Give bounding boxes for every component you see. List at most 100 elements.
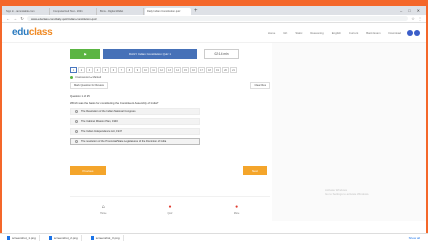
download-name: screenshot_1.png [12, 235, 36, 240]
question-number-list: 1 2 3 4 5 6 7 8 9 10 11 12 13 14 15 16 17 18 19 20 21 [70, 67, 270, 73]
bottom-nav-quiz[interactable]: ● Quiz [166, 204, 173, 215]
question-number-button[interactable]: 13 [166, 67, 173, 73]
browser-tab-active[interactable]: Daily Indian Constitution quiz [145, 8, 191, 15]
question-number-button[interactable]: 20 [222, 67, 229, 73]
answer-option[interactable]: The Cabinet Mission Plan, 1946 [70, 118, 200, 125]
option-label: The Indian Independence Act, 1947 [81, 130, 122, 133]
question-number-button[interactable]: 9 [134, 67, 141, 73]
clear-response-button[interactable]: Clear Res [250, 82, 270, 89]
status-legend: Unanswered ● Marked [70, 76, 270, 79]
star-icon[interactable]: ☆ [411, 16, 415, 21]
file-icon [48, 235, 52, 240]
download-name: screenshot_2.png [53, 235, 78, 240]
site-menu: Home GK Static Reasoning English Current… [268, 31, 401, 35]
address-bar: ← → ↻ www.educlass.com/daily-quiz/indian… [2, 15, 426, 23]
quiz-panel: ⚑ DAILY Indian Constitution Quiz 1 02:14… [70, 49, 270, 145]
question-number-button[interactable]: 5 [102, 67, 109, 73]
menu-item[interactable]: Home [268, 31, 275, 35]
next-button[interactable]: Next [243, 166, 267, 175]
question-number-button[interactable]: 17 [198, 67, 205, 73]
option-label: The Resolution of the Indian National Co… [81, 110, 136, 113]
maximize-icon[interactable]: □ [408, 8, 410, 13]
page-content: ⚑ DAILY Indian Constitution Quiz 1 02:14… [2, 43, 426, 221]
back-icon[interactable]: ← [6, 16, 10, 21]
question-number-button[interactable]: 18 [206, 67, 213, 73]
question-number-button[interactable]: 19 [214, 67, 221, 73]
question-heading: Question 1 of 25 [70, 95, 90, 98]
radio-icon[interactable] [75, 130, 78, 133]
tab-bar: Sign in - iamnotable.com Computerized Te… [2, 6, 426, 15]
file-icon [7, 235, 10, 240]
activation-watermark: Activate Windows Go to Settings to activ… [325, 188, 369, 196]
browser-tab[interactable]: Bmw - Digital Wallet [98, 8, 144, 15]
bottom-nav-more[interactable]: ● More [233, 204, 240, 215]
browser-tab[interactable]: Computerized Test - 2021 [51, 8, 97, 15]
download-bar: screenshot_1.png screenshot_2.png screen… [0, 233, 428, 241]
question-number-button[interactable]: 11 [150, 67, 157, 73]
forward-icon[interactable]: → [13, 16, 17, 21]
quiz-label: Quiz [167, 211, 173, 215]
radio-icon[interactable] [75, 140, 78, 143]
answer-option[interactable]: The Indian Independence Act, 1947 [70, 128, 200, 135]
question-number-button[interactable]: 12 [158, 67, 165, 73]
close-icon[interactable]: ✕ [417, 8, 420, 13]
site-header: educlass Home GK Static Reasoning Englis… [2, 23, 426, 43]
minimize-icon[interactable]: – [400, 8, 402, 13]
watermark-line2: Go to Settings to activate Windows. [325, 192, 370, 196]
bottom-nav: ⌂ Home ● Quiz ● More [70, 196, 270, 221]
browser-window: Sign in - iamnotable.com Computerized Te… [2, 6, 426, 239]
answer-option[interactable]: The resolution of the Provincial/State L… [70, 138, 200, 145]
url-input[interactable]: www.educlass.com/daily-quiz/indian-const… [27, 16, 408, 21]
show-all-downloads-link[interactable]: Show all [409, 236, 420, 240]
home-label: Home [100, 211, 107, 215]
question-number-button[interactable]: 14 [174, 67, 181, 73]
menu-item[interactable]: Reasoning [310, 31, 323, 35]
menu-icon[interactable]: ⋮ [418, 16, 422, 21]
question-number-button[interactable]: 1 [70, 67, 77, 73]
question-number-button[interactable]: 3 [86, 67, 93, 73]
window-controls: – □ ✕ [400, 8, 426, 13]
previous-button[interactable]: Previous [70, 166, 106, 175]
more-label: More [233, 211, 240, 215]
reload-icon[interactable]: ↻ [20, 16, 24, 21]
question-number-button[interactable]: 15 [182, 67, 189, 73]
question-number-button[interactable]: 8 [126, 67, 133, 73]
question-number-button[interactable]: 21 [230, 67, 237, 73]
quiz-header: ⚑ DAILY Indian Constitution Quiz 1 02:14… [70, 49, 270, 59]
new-tab-button[interactable]: + [194, 8, 198, 15]
radio-icon[interactable] [75, 120, 78, 123]
question-number-button[interactable]: 16 [190, 67, 197, 73]
bottom-nav-home[interactable]: ⌂ Home [100, 204, 107, 215]
question-number-button[interactable]: 7 [118, 67, 125, 73]
status-dot-icon [70, 76, 73, 79]
question-number-button[interactable]: 4 [94, 67, 101, 73]
question-number-button[interactable]: 6 [110, 67, 117, 73]
download-item[interactable]: screenshot_3.png [88, 234, 124, 241]
menu-item[interactable]: English [332, 31, 341, 35]
facebook-icon[interactable] [407, 29, 413, 36]
mark-review-button[interactable]: Mark Question for Review [70, 82, 108, 89]
quiz-title: DAILY Indian Constitution Quiz 1 [103, 49, 197, 59]
social-icons [407, 29, 420, 36]
twitter-icon[interactable] [414, 29, 420, 36]
radio-icon[interactable] [75, 110, 78, 113]
question-number-button[interactable]: 2 [78, 67, 85, 73]
menu-item[interactable]: Current [349, 31, 358, 35]
flag-button[interactable]: ⚑ [70, 49, 100, 59]
download-item[interactable]: screenshot_2.png [46, 234, 82, 241]
browser-tab[interactable]: Sign in - iamnotable.com [4, 8, 50, 15]
quiz-nav-buttons: Previous Next [70, 166, 270, 175]
menu-item[interactable]: Bank Exam [366, 31, 380, 35]
answer-option[interactable]: The Resolution of the Indian National Co… [70, 108, 200, 115]
question-number-button[interactable]: 10 [142, 67, 149, 73]
quiz-timer: 02:14 min [204, 49, 239, 59]
home-icon: ⌂ [101, 204, 105, 210]
logo-text-1: edu [12, 27, 29, 38]
download-item[interactable]: screenshot_1.png [4, 234, 40, 241]
menu-item[interactable]: GK [283, 31, 287, 35]
site-logo[interactable]: educlass [12, 27, 53, 38]
quiz-icon: ● [168, 204, 172, 210]
menu-item[interactable]: Download [389, 31, 401, 35]
status-text: Unanswered ● Marked [75, 76, 102, 79]
menu-item[interactable]: Static [295, 31, 302, 35]
